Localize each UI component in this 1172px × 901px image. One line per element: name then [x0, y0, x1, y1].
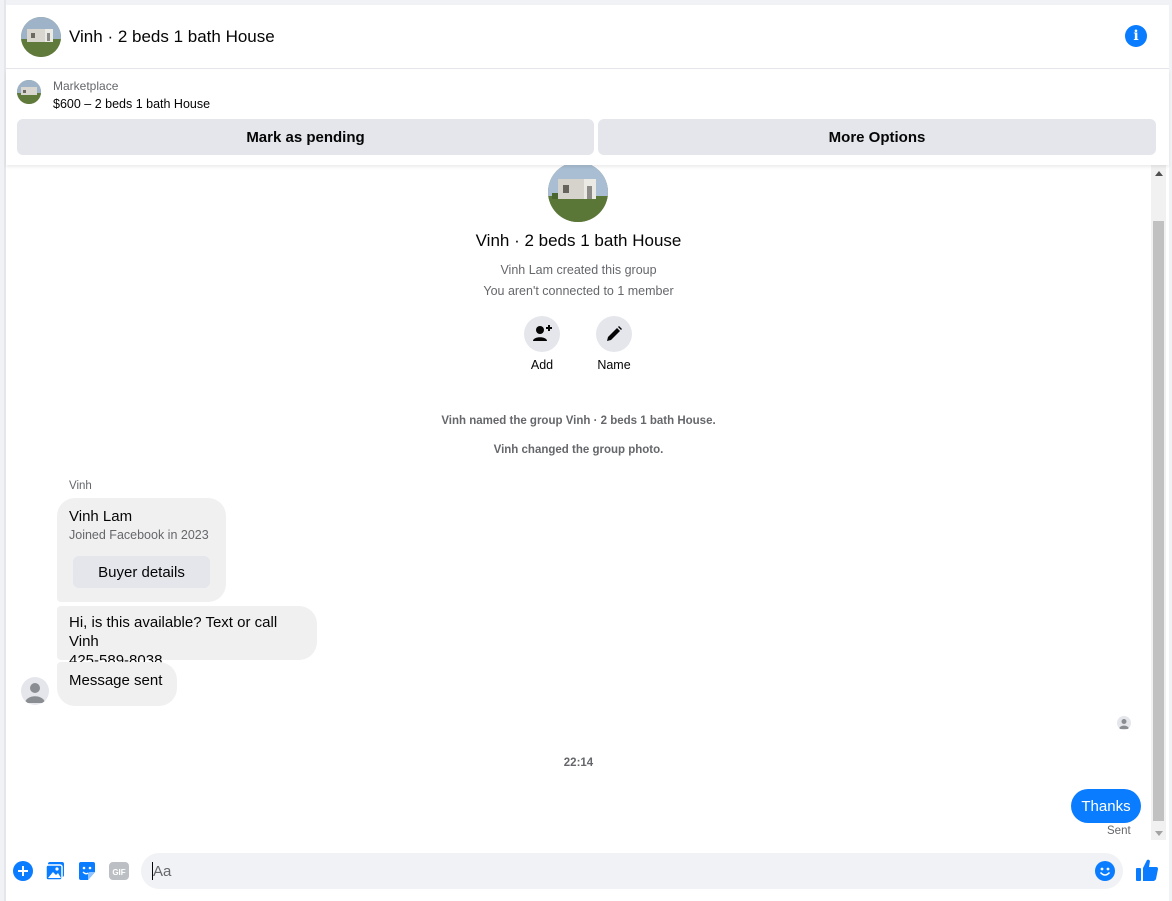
message-bubble[interactable]: Hi, is this available? Text or call Vinh…: [57, 606, 317, 669]
outgoing-message-bubble[interactable]: Thanks: [1071, 789, 1141, 823]
buyer-name: Vinh Lam: [69, 508, 133, 525]
message-input[interactable]: [153, 853, 1073, 889]
group-title: Vinh · 2 beds 1 bath House: [475, 231, 682, 250]
group-avatar-small[interactable]: [21, 16, 61, 57]
mark-as-pending-button[interactable]: Mark as pending: [17, 119, 594, 155]
sender-name: Vinh: [69, 480, 92, 492]
emoji-icon[interactable]: [1095, 861, 1115, 881]
sticker-icon[interactable]: [77, 861, 97, 881]
photo-icon[interactable]: [45, 861, 65, 881]
message-sent-bubble[interactable]: Message sent: [57, 662, 177, 706]
scrollbar-thumb[interactable]: [1153, 221, 1164, 821]
group-avatar-large[interactable]: [548, 165, 608, 222]
info-icon[interactable]: i: [1125, 25, 1147, 47]
scroll-down-arrow[interactable]: [1155, 831, 1163, 836]
buyer-details-button[interactable]: Buyer details: [73, 556, 210, 588]
scrollbar[interactable]: [1151, 165, 1166, 840]
composer-bar: GIF: [6, 840, 1169, 901]
marketplace-label: Marketplace: [53, 79, 119, 93]
svg-text:GIF: GIF: [112, 868, 125, 877]
system-message: Vinh changed the group photo.: [493, 444, 664, 456]
delivery-status: Sent: [1107, 825, 1131, 837]
plus-circle-icon[interactable]: [13, 861, 33, 881]
gif-icon[interactable]: GIF: [109, 861, 129, 881]
message-list[interactable]: Vinh · 2 beds 1 bath House Vinh Lam crea…: [6, 165, 1169, 840]
more-options-button[interactable]: More Options: [598, 119, 1156, 155]
scroll-up-arrow[interactable]: [1155, 171, 1163, 176]
sender-avatar[interactable]: [21, 677, 49, 705]
message-text-line: Hi, is this available? Text or call Vinh: [69, 614, 278, 650]
add-member-button[interactable]: Add: [522, 316, 562, 372]
name-label: Name: [597, 358, 631, 372]
marketplace-bar: Marketplace $600 – 2 beds 1 bath House M…: [6, 70, 1169, 165]
listing-title[interactable]: $600 – 2 beds 1 bath House: [53, 97, 210, 111]
add-person-icon[interactable]: [524, 316, 560, 352]
connection-text: You aren't connected to 1 member: [483, 284, 674, 298]
pencil-icon[interactable]: [596, 316, 632, 352]
message-input-container[interactable]: [141, 853, 1123, 889]
group-created-text: Vinh Lam created this group: [500, 263, 657, 277]
chat-header: Vinh · 2 beds 1 bath House i: [6, 5, 1169, 69]
system-message: Vinh named the group Vinh · 2 beds 1 bat…: [441, 415, 716, 427]
read-receipt-avatar: [1117, 716, 1131, 730]
buyer-card-bubble: Vinh Lam Joined Facebook in 2023 Buyer d…: [57, 498, 226, 602]
buyer-joined-text: Joined Facebook in 2023: [69, 528, 209, 542]
chat-title: Vinh · 2 beds 1 bath House: [69, 26, 275, 46]
rename-group-button[interactable]: Name: [594, 316, 634, 372]
add-label: Add: [530, 358, 554, 372]
timestamp: 22:14: [563, 757, 594, 769]
like-icon[interactable]: [1135, 858, 1159, 882]
listing-thumbnail[interactable]: [17, 80, 41, 104]
